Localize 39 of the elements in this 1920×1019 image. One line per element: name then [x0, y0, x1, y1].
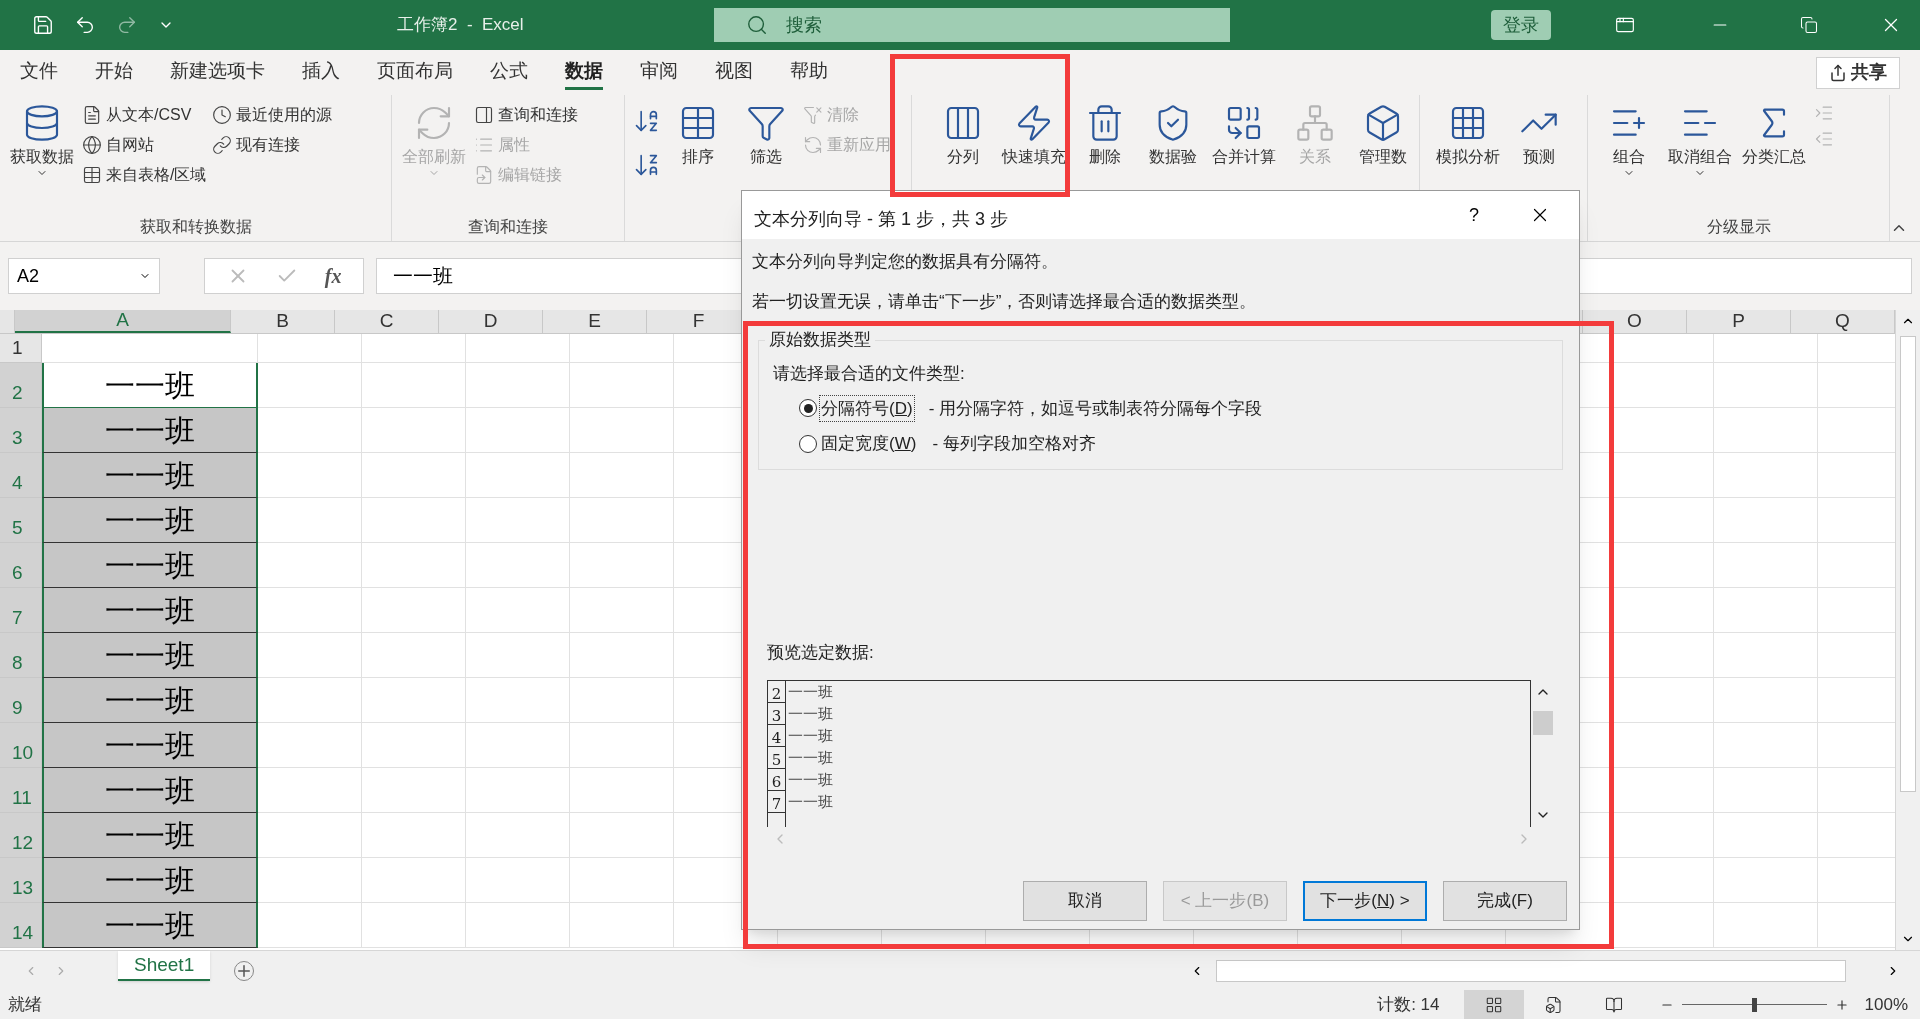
- preview-text: 一一班: [788, 725, 833, 747]
- preview-text: 一一班: [788, 703, 833, 725]
- table-cell: 一一班: [42, 858, 258, 903]
- preview-row-number: 3: [768, 702, 786, 725]
- table-cell: 一一班: [42, 633, 258, 678]
- group-label: 获取和转换数据: [139, 217, 252, 237]
- table-cell: 一一班: [42, 588, 258, 633]
- option-description: - 每列字段加空格对齐: [932, 433, 1096, 455]
- preview-label: 预览选定数据:: [767, 642, 875, 664]
- table-cell: 一一班: [42, 363, 258, 408]
- table-cell: 一一班: [42, 543, 258, 588]
- preview-row-number: 6: [768, 768, 786, 791]
- dialog-text: 文本分列向导判定您的数据具有分隔符。: [752, 251, 1059, 273]
- table-cell: 一一班: [42, 498, 258, 543]
- status-text: 就绪: [8, 993, 42, 1016]
- preview-text: 一一班: [788, 769, 833, 791]
- preview-row-number: 5: [768, 746, 786, 769]
- preview-row-number: 4: [768, 724, 786, 747]
- prompt-text: 请选择最合适的文件类型:: [773, 363, 966, 385]
- group-label: 查询和连接: [468, 217, 548, 237]
- table-cell: 一一班: [42, 408, 258, 453]
- window-title: 工作簿2 - Excel: [397, 14, 524, 37]
- preview-row-number: 2: [768, 680, 786, 703]
- count-reading: 计数: 14: [1377, 993, 1440, 1016]
- table-cell: 一一班: [42, 903, 258, 948]
- preview-text: 一一班: [788, 681, 833, 703]
- table-cell: 一一班: [42, 768, 258, 813]
- table-cell: 一一班: [42, 453, 258, 498]
- zoom-reading: 100%: [1864, 993, 1908, 1016]
- group-label: 分级显示: [1706, 217, 1771, 237]
- option-description: - 用分隔字符，如逗号或制表符分隔每个字段: [928, 397, 1262, 420]
- table-cell: 一一班: [42, 678, 258, 723]
- preview-text: 一一班: [788, 747, 833, 769]
- dialog-text: 若一切设置无误，请单击“下一步”，否则请选择最合适的数据类型。: [752, 290, 1258, 313]
- dialog-title: 文本分列向导 - 第 1 步，共 3 步: [754, 207, 1009, 231]
- table-cell: 一一班: [42, 813, 258, 858]
- preview-text: 一一班: [788, 791, 833, 813]
- table-cell: 一一班: [42, 723, 258, 768]
- preview-row-number: 7: [768, 790, 786, 813]
